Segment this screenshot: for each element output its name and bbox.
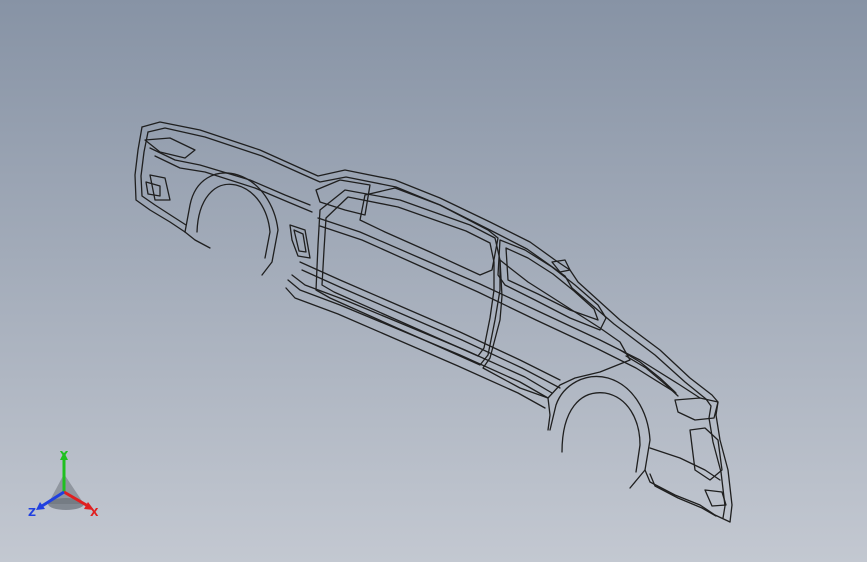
graphics-viewport[interactable]: Y X Z bbox=[0, 0, 867, 562]
rear-vent bbox=[289, 224, 311, 259]
side-skirt-inner bbox=[291, 274, 553, 394]
front-grille bbox=[689, 427, 723, 481]
rear-wheel-arch-tail bbox=[184, 231, 211, 249]
triad-z-label: Z bbox=[28, 506, 36, 519]
mirror bbox=[551, 259, 571, 273]
coordinate-triad: Y X Z bbox=[28, 449, 99, 519]
front-splitter bbox=[649, 447, 721, 481]
car-body-model[interactable] bbox=[0, 0, 867, 562]
front-bumper-lower-inner bbox=[649, 473, 717, 517]
rear-spoiler bbox=[144, 137, 196, 159]
belt-line bbox=[317, 217, 701, 399]
front-wheel-arch-inner bbox=[561, 392, 641, 473]
triad-x-label: X bbox=[90, 506, 99, 519]
front-headlight bbox=[674, 397, 719, 421]
rear-wheel-arch bbox=[184, 172, 279, 276]
triad-y-label: Y bbox=[59, 449, 69, 462]
rear-bumper-inner bbox=[140, 131, 187, 226]
lower-crease bbox=[299, 261, 561, 381]
rear-door-outline bbox=[315, 189, 501, 366]
lower-crease-2 bbox=[301, 269, 561, 389]
rear-panel-top bbox=[149, 147, 311, 206]
rear-bumper bbox=[134, 126, 186, 233]
